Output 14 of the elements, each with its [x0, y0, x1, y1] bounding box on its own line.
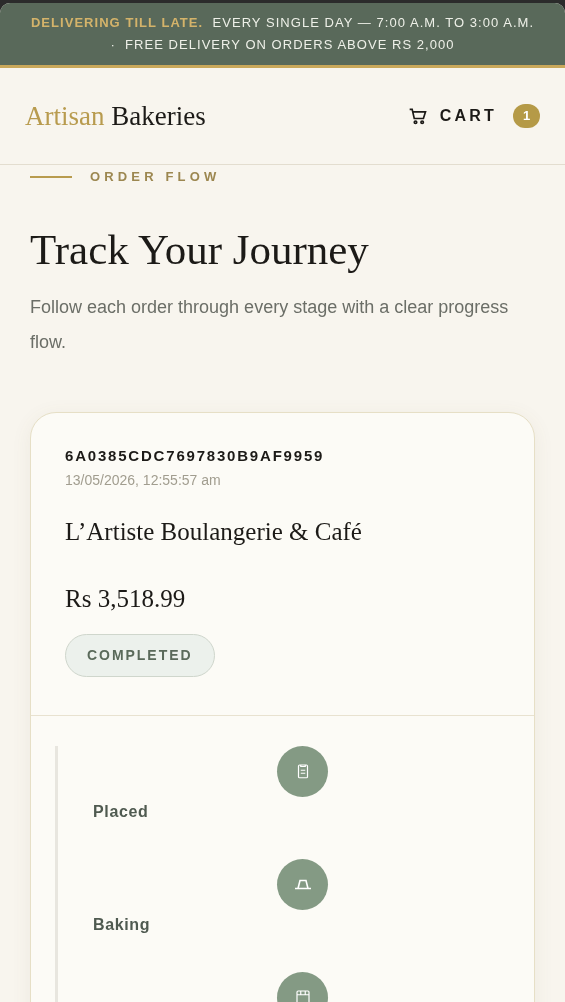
announcement-text: DELIVERING TILL LATE. EVERY SINGLE DAY — 7:00 A.M. TO 3:00 A.M. · FREE DELIVERY ON ORDERS ABOVE RS 2,000: [29, 14, 536, 54]
page-description: Follow each order through every stage with a clear progress flow.: [30, 296, 510, 355]
page-title: Track Your Journey: [30, 224, 370, 275]
section-eyebrow: ORDER FLOW: [90, 168, 221, 186]
order-total: Rs 3,518.99: [65, 584, 187, 615]
step-label: Placed: [93, 801, 149, 822]
shop-name: L’Artiste Boulangerie & Café: [65, 516, 363, 547]
step-label: Baking: [93, 914, 151, 935]
status-badge: COMPLETED: [65, 633, 215, 677]
cart-button[interactable]: CART 1: [407, 104, 540, 128]
order-date: 13/05/2026, 12:55:57 am: [65, 470, 222, 490]
cart-count-badge: 1: [513, 104, 540, 128]
order-id: 6A0385CDC7697830B9AF9959: [65, 446, 326, 467]
brand-logo-second[interactable]: Bakeries: [111, 100, 206, 131]
